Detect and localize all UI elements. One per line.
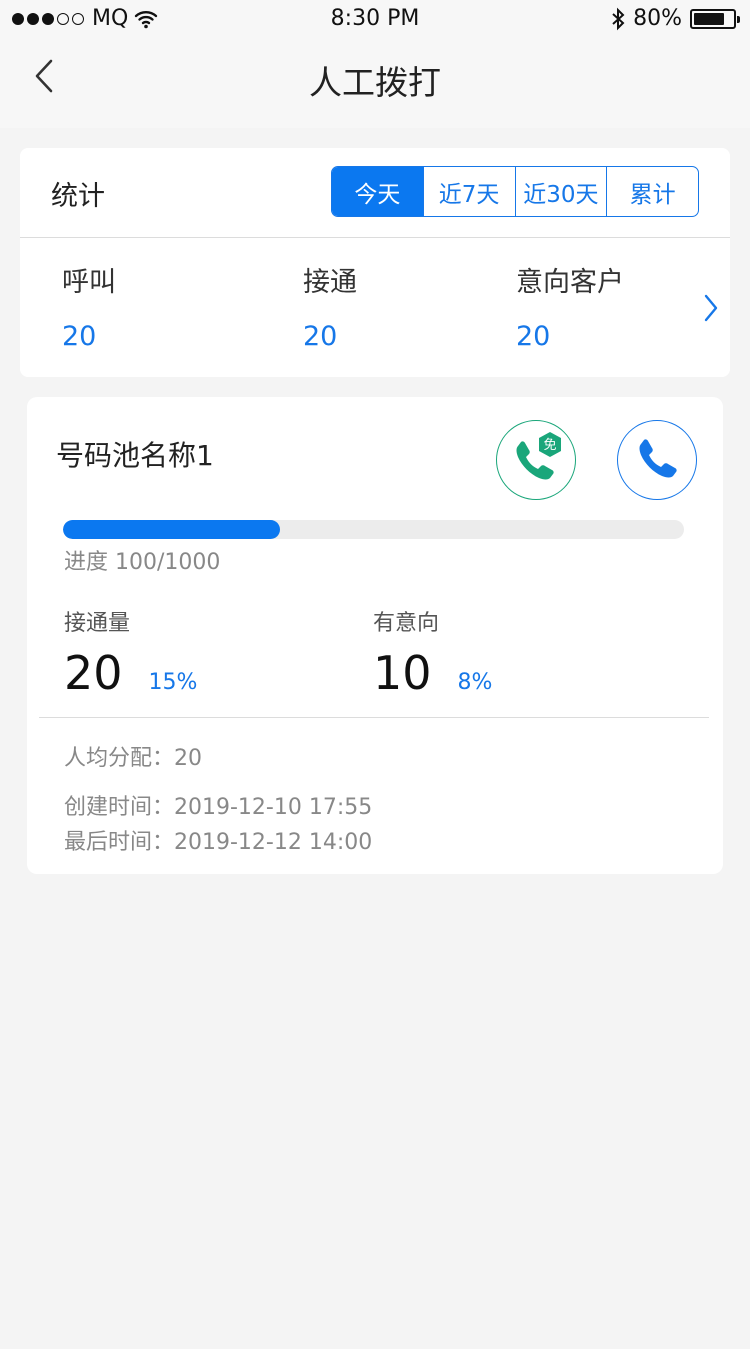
number-pool-card[interactable]: 号码池名称1 免 进度 100/1000 接通量 20 15% 有意向 10 8…	[27, 397, 723, 874]
last-time: 最后时间：2019-12-12 14:00	[64, 830, 373, 855]
metric-value: 20	[516, 321, 551, 352]
kpi-value: 10	[373, 646, 432, 700]
metric-label: 呼叫	[62, 267, 116, 298]
metric-value: 20	[62, 321, 97, 352]
nav-bar: 人工拨打	[0, 40, 750, 128]
call-button[interactable]	[617, 420, 697, 500]
divider	[39, 717, 709, 718]
free-phone-icon: 免	[516, 432, 561, 480]
date-range-tabs: 今天 近7天 近30天 累计	[331, 166, 699, 217]
metric-calls: 呼叫 20	[62, 260, 116, 352]
stats-more-button[interactable]	[704, 294, 718, 326]
pool-name: 号码池名称1	[56, 439, 214, 472]
metric-label: 意向客户	[516, 267, 624, 298]
stats-card: 统计 今天 近7天 近30天 累计 呼叫 20 接通 20 意向客户 20	[20, 148, 730, 377]
divider	[20, 237, 730, 238]
tab-7-days[interactable]: 近7天	[422, 167, 515, 216]
kpi-intent: 有意向 10 8%	[373, 605, 492, 700]
free-badge-label: 免	[543, 438, 556, 453]
tab-30-days[interactable]: 近30天	[514, 167, 607, 216]
progress-text: 进度 100/1000	[64, 550, 221, 575]
kpi-value: 20	[64, 646, 123, 700]
phone-icon	[639, 439, 677, 478]
page-title: 人工拨打	[309, 63, 441, 102]
progress-fill	[63, 520, 281, 539]
kpi-connected: 接通量 20 15%	[64, 605, 197, 700]
metric-value: 20	[303, 321, 338, 352]
kpi-percent: 15%	[148, 670, 198, 695]
tab-cumulative[interactable]: 累计	[606, 167, 698, 216]
progress-bar	[63, 520, 684, 539]
status-bar: MQ 8:30 PM 80%	[0, 0, 750, 40]
kpi-percent: 8%	[457, 670, 493, 695]
created-time: 创建时间：2019-12-10 17:55	[64, 795, 373, 820]
status-right: 80%	[611, 6, 740, 31]
free-call-button[interactable]: 免	[496, 420, 576, 500]
kpi-label: 有意向	[373, 611, 440, 636]
metric-intent-customers: 意向客户 20	[516, 260, 624, 352]
tab-today[interactable]: 今天	[332, 167, 423, 216]
stats-title: 统计	[51, 181, 105, 212]
kpi-label: 接通量	[64, 611, 131, 636]
avg-allocation: 人均分配：20	[64, 746, 202, 771]
battery-percent: 80%	[633, 6, 682, 31]
metric-label: 接通	[303, 267, 357, 298]
bluetooth-icon	[612, 7, 625, 30]
battery-icon	[690, 8, 740, 29]
chevron-right-icon	[704, 294, 718, 322]
metric-connected: 接通 20	[303, 260, 357, 352]
